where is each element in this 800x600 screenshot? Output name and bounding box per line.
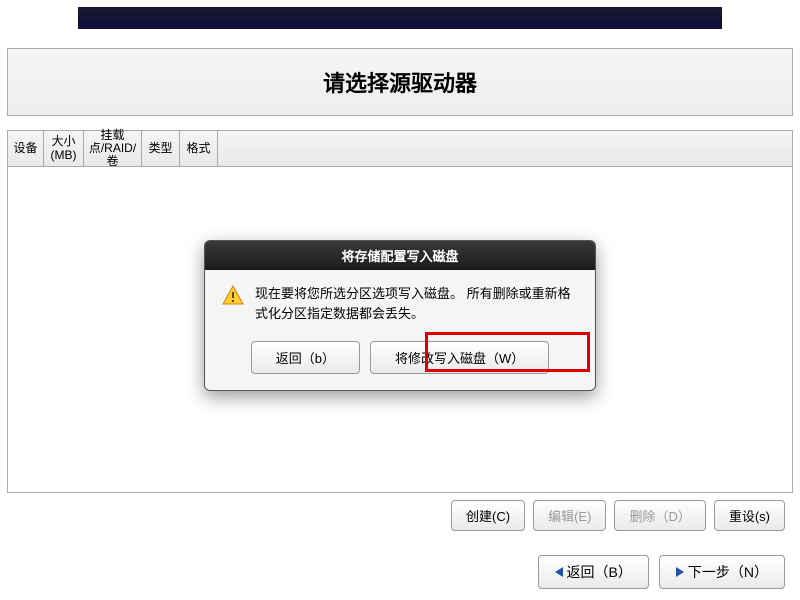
nav-back-label: 返回（B） [567, 562, 632, 582]
action-buttons: 创建(C) 编辑(E) 删除（D） 重设(s) [7, 500, 793, 531]
edit-button: 编辑(E) [533, 500, 606, 531]
col-size[interactable]: 大小(MB) [44, 131, 84, 166]
col-format[interactable]: 格式 [180, 131, 218, 166]
nav-back-button[interactable]: 返回（B） [538, 555, 649, 589]
warning-icon [221, 284, 245, 308]
col-type[interactable]: 类型 [142, 131, 180, 166]
col-device[interactable]: 设备 [8, 131, 44, 166]
dialog-back-button[interactable]: 返回（b） [251, 341, 360, 374]
nav-next-button[interactable]: 下一步（N） [659, 555, 785, 589]
dialog-buttons: 返回（b） 将修改写入磁盘（W） [205, 331, 595, 390]
dialog-write-button[interactable]: 将修改写入磁盘（W） [370, 341, 549, 374]
page-header: 请选择源驱动器 [7, 48, 793, 116]
nav-buttons: 返回（B） 下一步（N） [7, 555, 793, 589]
top-banner [78, 7, 722, 29]
arrow-right-icon [676, 567, 684, 577]
dialog-title: 将存储配置写入磁盘 [205, 241, 595, 270]
nav-next-label: 下一步（N） [688, 562, 768, 582]
arrow-left-icon [555, 567, 563, 577]
table-header-row: 设备 大小(MB) 挂载点/RAID/卷 类型 格式 [8, 131, 792, 167]
delete-button: 删除（D） [614, 500, 705, 531]
page-title: 请选择源驱动器 [323, 66, 477, 98]
col-mount[interactable]: 挂载点/RAID/卷 [84, 131, 142, 166]
confirm-dialog: 将存储配置写入磁盘 现在要将您所选分区选项写入磁盘。 所有删除或重新格式化分区指… [204, 240, 596, 391]
dialog-message: 现在要将您所选分区选项写入磁盘。 所有删除或重新格式化分区指定数据都会丢失。 [255, 284, 579, 323]
dialog-body: 现在要将您所选分区选项写入磁盘。 所有删除或重新格式化分区指定数据都会丢失。 [205, 270, 595, 331]
reset-button[interactable]: 重设(s) [714, 500, 785, 531]
create-button[interactable]: 创建(C) [451, 500, 525, 531]
